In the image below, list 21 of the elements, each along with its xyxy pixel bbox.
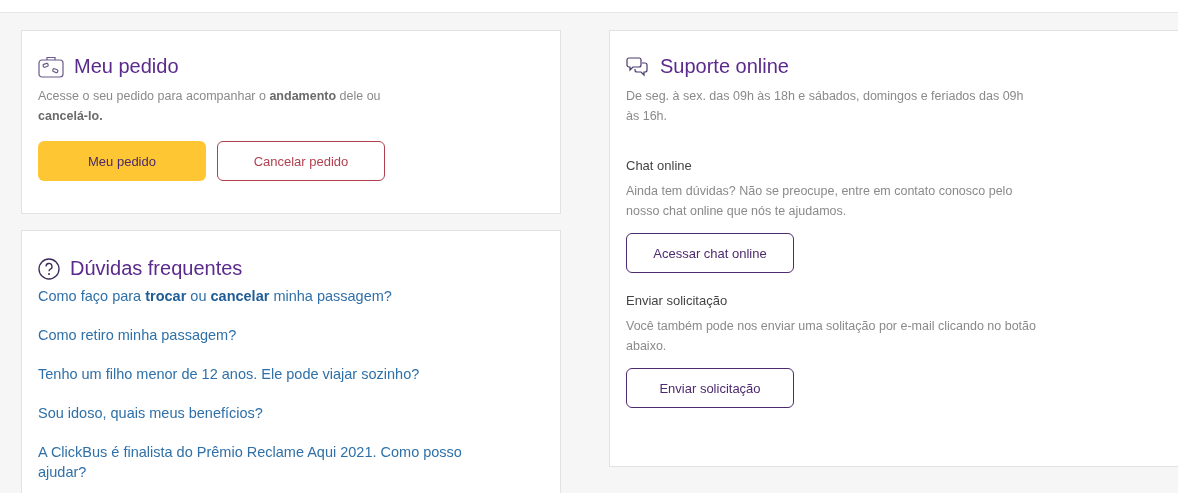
faq-link[interactable]: A ClickBus é finalista do Prêmio Reclame Aqui 2021. Como posso ajudar? — [38, 442, 483, 482]
section-heading: Enviar solicitação — [626, 293, 729, 308]
help-icon — [38, 257, 60, 280]
faq-link[interactable]: Tenho um filho menor de 12 anos. Ele pode viajar sozinho? — [38, 364, 483, 384]
suitcase-icon — [38, 55, 64, 78]
section-text: Ainda tem dúvidas? Não se preocupe, entre em contato conosco pelo nosso chat online que nós te ajudamos. — [626, 183, 1014, 220]
order-description: Acesse o seu pedido para acompanhar o andamento dele ou cancelá-lo. — [38, 88, 382, 125]
faq-link[interactable]: Como retiro minha passagem? — [38, 325, 483, 345]
card-title: Suporte online — [660, 55, 789, 78]
order-button[interactable]: Meu pedido — [38, 141, 206, 181]
card-title: Dúvidas frequentes — [70, 257, 243, 280]
action-button[interactable]: Acessar chat online — [626, 233, 794, 273]
chat-bubbles-icon — [626, 55, 650, 78]
support-hours: De seg. à sex. das 09h às 18h e sábados, domingos e feriados das 09h às 16h. — [626, 88, 1025, 125]
card-title: Meu pedido — [74, 55, 179, 78]
section-heading: Chat online — [626, 158, 693, 173]
section-text: Você também pode nos enviar uma solitação por e-mail clicando no botão abaixo. — [626, 318, 1036, 355]
cancel-button[interactable]: Cancelar pedido — [217, 141, 385, 181]
faq-link[interactable]: Sou idoso, quais meus benefícios? — [38, 403, 483, 423]
faq-link[interactable]: Como faço para trocar ou cancelar minha passagem? — [38, 286, 483, 306]
action-button[interactable]: Enviar solicitação — [626, 368, 794, 408]
